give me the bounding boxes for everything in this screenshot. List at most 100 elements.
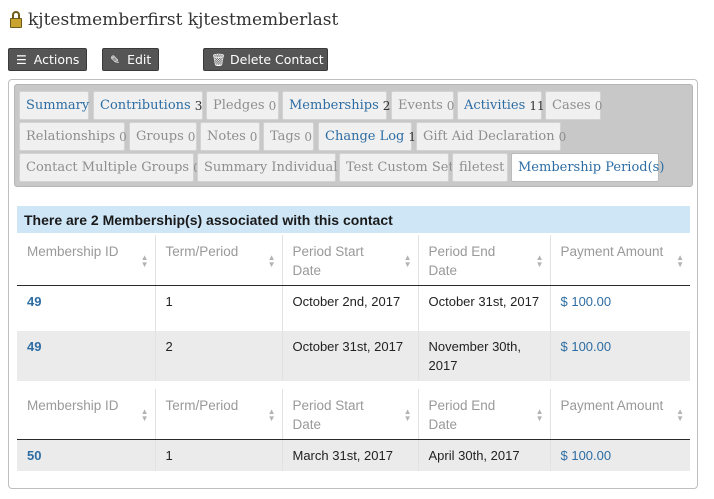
sort-icon: ▲ ▼ (267, 253, 276, 269)
tab-label: Pledges (213, 98, 265, 113)
column-header-period-start-date[interactable]: Period Start Date ▲ ▼ (282, 235, 419, 286)
table-row: 49 2 October 31st, 2017 November 30th, 2… (17, 330, 690, 381)
sort-icon: ▲ ▼ (140, 253, 149, 269)
end-date-cell: April 30th, 2017 (418, 439, 551, 471)
delete-contact-button[interactable]: 🗑 Delete Contact (203, 48, 328, 71)
edit-button[interactable]: ✎ Edit (102, 48, 159, 71)
term-cell: 2 (155, 330, 283, 381)
tab-label: Memberships (289, 98, 379, 113)
payment-amount-link[interactable]: $ 100.00 (550, 285, 690, 331)
sort-icon: ▲ ▼ (676, 253, 684, 269)
pencil-icon: ✎ (110, 52, 121, 67)
tab-notes[interactable]: Notes 0 (200, 122, 260, 151)
sort-icon: ▲ ▼ (676, 407, 684, 423)
tab-membership-periods[interactable]: Membership Period(s) (511, 153, 664, 182)
table-header-row: Membership ID ▲ ▼ Term/Period ▲ ▼ Period Sta… (17, 235, 690, 286)
column-header-membership-id[interactable]: Membership ID ▲ ▼ (17, 235, 156, 286)
membership-id-link[interactable]: 50 (17, 439, 156, 471)
tab-label: Events (398, 98, 443, 113)
tab-summary[interactable]: Summary (19, 91, 89, 120)
column-header-period-start-date[interactable]: Period Start Date ▲ ▼ (282, 389, 419, 440)
column-header-payment-amount[interactable]: Payment Amount ▲ ▼ (550, 235, 690, 286)
column-header-term-period[interactable]: Term/Period ▲ ▼ (155, 389, 283, 440)
table-row: 50 1 March 31st, 2017 April 30th, 2017 $… (17, 439, 690, 471)
lock-icon (10, 11, 22, 29)
tab-bar: Summary Contributions 3 Pledges 0 Membersh… (14, 84, 693, 187)
tab-label: Tags (270, 129, 301, 144)
tab-relationships[interactable]: Relationships 0 (19, 122, 127, 151)
tab-pledges[interactable]: Pledges 0 (206, 91, 279, 120)
actions-button[interactable]: ☰ Actions (8, 48, 87, 71)
tab-count: 0 (446, 98, 455, 113)
tab-label: Notes (207, 129, 246, 144)
tab-label: Contributions (100, 98, 191, 113)
sort-icon: ▲ ▼ (403, 253, 412, 269)
delete-button-label: Delete Contact (230, 52, 324, 67)
tab-count: 2 (382, 98, 391, 113)
tab-label: filetest (459, 160, 505, 175)
tab-count: 0 (594, 98, 603, 113)
tab-label: Summary Individual (204, 160, 338, 175)
tab-label: Summary (26, 98, 90, 113)
menu-icon: ☰ (16, 52, 27, 67)
tab-count: 3 (194, 98, 203, 113)
tab-label: Change Log (325, 129, 405, 144)
tab-count: 0 (558, 129, 567, 144)
end-date-cell: October 31st, 2017 (418, 285, 551, 331)
tab-summary-individual[interactable]: Summary Individual (197, 153, 338, 182)
tab-tags[interactable]: Tags 0 (263, 122, 314, 151)
column-header-period-end-date[interactable]: Period End Date ▲ ▼ (418, 389, 551, 440)
tab-label: Gift Aid Declaration (423, 129, 555, 144)
payment-amount-link[interactable]: $ 100.00 (550, 439, 690, 471)
tab-label: Cases (552, 98, 591, 113)
tab-label: Membership Period(s) (518, 160, 665, 175)
tab-count: 0 (119, 129, 127, 144)
tab-activities[interactable]: Activities 11 (457, 91, 545, 120)
tab-label: Test Custom Set (346, 160, 454, 175)
sort-icon: ▲ ▼ (267, 407, 276, 423)
start-date-cell: October 31st, 2017 (282, 330, 419, 381)
trash-icon: 🗑 (211, 52, 227, 67)
payment-amount-link[interactable]: $ 100.00 (550, 330, 690, 381)
tab-count: 1 (408, 129, 417, 144)
tab-count: 0 (187, 129, 196, 144)
tab-contact-multiple-groups[interactable]: Contact Multiple Groups0 (19, 153, 201, 182)
membership-id-link[interactable]: 49 (17, 285, 156, 331)
sort-icon: ▲ ▼ (403, 407, 412, 423)
tab-contributions[interactable]: Contributions 3 (93, 91, 203, 120)
tab-count: 11 (529, 98, 545, 113)
start-date-cell: March 31st, 2017 (282, 439, 419, 471)
membership-id-link[interactable]: 49 (17, 330, 156, 381)
table-row: 49 1 October 2nd, 2017 October 31st, 201… (17, 285, 690, 331)
column-header-payment-amount[interactable]: Payment Amount ▲ ▼ (550, 389, 690, 440)
tab-change-log[interactable]: Change Log 1 (318, 122, 416, 151)
membership-count-banner: There are 2 Membership(s) associated wit… (17, 206, 690, 233)
tab-groups[interactable]: Groups 0 (129, 122, 197, 151)
tab-cases[interactable]: Cases 0 (545, 91, 603, 120)
sort-icon: ▲ ▼ (535, 253, 544, 269)
sort-icon: ▲ ▼ (535, 407, 544, 423)
tab-filetest[interactable]: filetest (452, 153, 508, 182)
column-header-term-period[interactable]: Term/Period ▲ ▼ (155, 235, 283, 286)
contact-title: kjtestmemberfirst kjtestmemberlast (10, 8, 338, 32)
edit-button-label: Edit (127, 52, 152, 67)
tab-count: 0 (268, 98, 277, 113)
term-cell: 1 (155, 439, 283, 471)
column-header-period-end-date[interactable]: Period End Date ▲ ▼ (418, 235, 551, 286)
tab-events[interactable]: Events 0 (391, 91, 454, 120)
actions-button-label: Actions (33, 52, 80, 67)
contact-name: kjtestmemberfirst kjtestmemberlast (28, 10, 339, 30)
end-date-cell: November 30th, 2017 (418, 330, 551, 381)
tab-count: 0 (304, 129, 313, 144)
start-date-cell: October 2nd, 2017 (282, 285, 419, 331)
membership-period-table: Membership ID ▲ ▼ Term/Period ▲ ▼ Period Sta… (17, 389, 690, 471)
tab-label: Contact Multiple Groups (26, 160, 190, 175)
tab-test-custom-set[interactable]: Test Custom Set (339, 153, 454, 182)
tab-label: Relationships (26, 129, 116, 144)
tab-gift-aid-declaration[interactable]: Gift Aid Declaration 0 (416, 122, 566, 151)
column-header-membership-id[interactable]: Membership ID ▲ ▼ (17, 389, 156, 440)
membership-period-table: Membership ID ▲ ▼ Term/Period ▲ ▼ Period Sta… (17, 235, 690, 381)
sort-icon: ▲ ▼ (140, 407, 149, 423)
tab-label: Groups (136, 129, 184, 144)
tab-memberships[interactable]: Memberships 2 (282, 91, 390, 120)
